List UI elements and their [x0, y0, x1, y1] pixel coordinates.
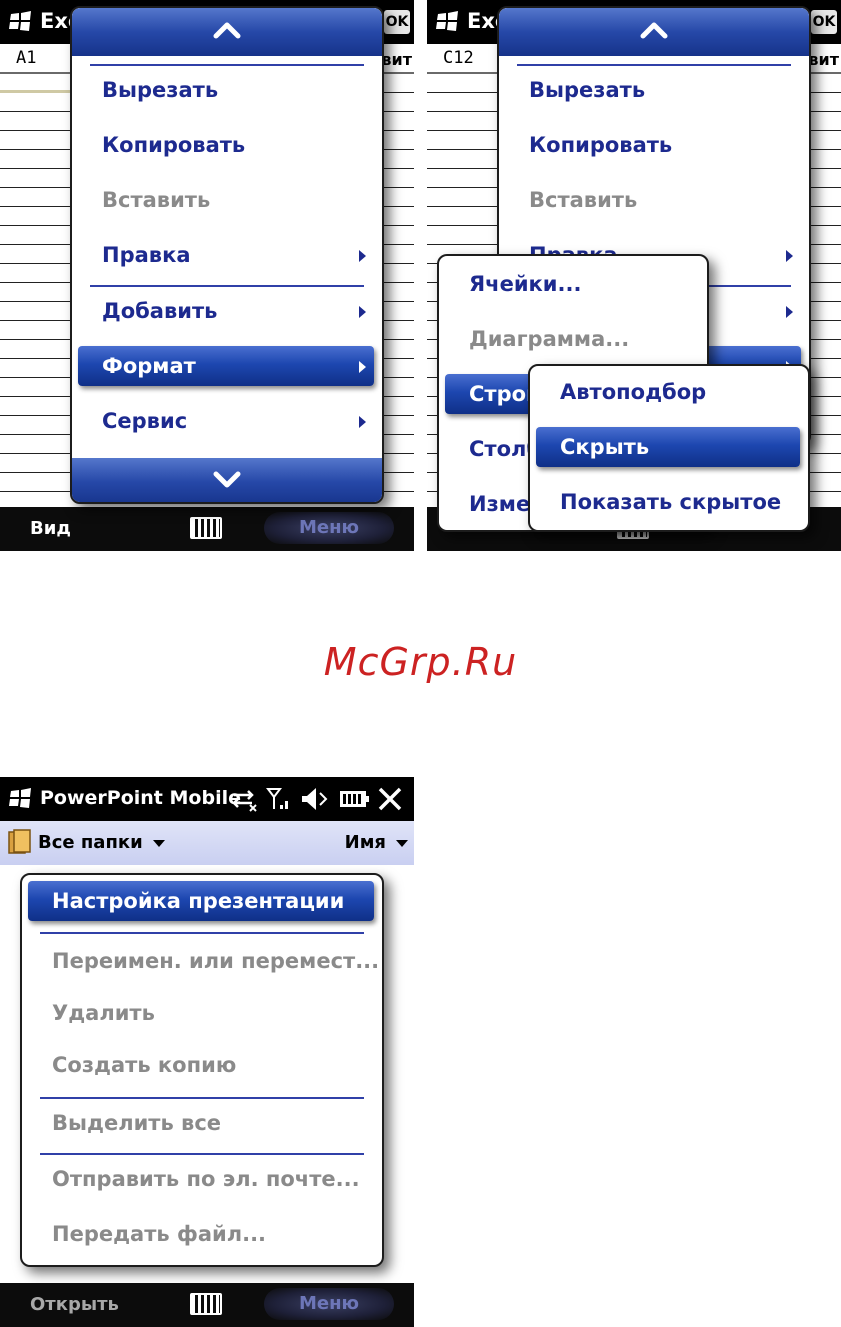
- submenu-arrow-icon: [359, 416, 366, 428]
- menu-item-send-email: Отправить по эл. почте...: [52, 1167, 360, 1191]
- chevron-down-icon: [213, 471, 241, 488]
- menu-item-presentation-settings[interactable]: Настройка презентации: [22, 875, 382, 927]
- keyboard-icon[interactable]: [190, 517, 222, 539]
- menu-item-copy[interactable]: Копировать: [499, 119, 809, 171]
- connectivity-icon[interactable]: [232, 790, 257, 812]
- app-title: PowerPoint Mobile: [40, 787, 241, 809]
- menu-item-delete: Удалить: [52, 1001, 155, 1025]
- ok-button[interactable]: OK: [811, 10, 837, 34]
- watermark-text: McGrp.Ru: [323, 640, 518, 684]
- menu-item-paste: Вставить: [529, 188, 638, 212]
- chevron-down-icon: [396, 839, 408, 847]
- menu-item-rename-move: Переимен. или перемест...: [52, 949, 380, 973]
- submenu-item-chart: Диаграмма...: [469, 327, 630, 351]
- title-bar: PowerPoint Mobile: [0, 777, 414, 821]
- main-menu: Вырезать Копировать Вставить Правка Доба…: [70, 6, 384, 504]
- softkey-bar: Открыть Меню: [0, 1283, 414, 1327]
- submenu-arrow-icon: [359, 306, 366, 318]
- menu-item-format[interactable]: Формат: [72, 340, 382, 392]
- submenu-arrow-icon: [786, 306, 793, 318]
- submenu-arrow-icon: [786, 250, 793, 262]
- softkey-bar: Вид Меню: [0, 507, 414, 551]
- status-icons: [232, 787, 402, 812]
- submenu-item-autofit[interactable]: Автоподбор: [530, 366, 808, 418]
- signal-icon[interactable]: [266, 788, 288, 809]
- windows-logo-icon[interactable]: [435, 10, 461, 32]
- softkey-open[interactable]: Открыть: [30, 1294, 119, 1315]
- cell-reference[interactable]: C12: [443, 48, 474, 68]
- menu-item-copy: Создать копию: [52, 1053, 237, 1077]
- menu-separator: [40, 932, 364, 934]
- submenu-arrow-icon: [359, 361, 366, 373]
- excel-screen-format-submenu: Exc OK C12 вит Вырезать Копировать Встав…: [427, 0, 841, 551]
- excel-screen-main-menu: Exc OK A1 вит Вид Меню Вырезать Копирова…: [0, 0, 414, 551]
- scroll-down-button[interactable]: [72, 458, 382, 502]
- rows-submenu: Автоподбор Скрыть Показать скрытое: [528, 364, 810, 532]
- folder-selector[interactable]: Все папки: [38, 832, 165, 853]
- cell-reference[interactable]: A1: [16, 48, 36, 68]
- context-menu: Настройка презентации Переимен. или пере…: [20, 873, 384, 1267]
- cut-off-header-text: вит: [808, 50, 839, 69]
- scroll-up-button[interactable]: [72, 8, 382, 56]
- sort-selector[interactable]: Имя: [345, 832, 408, 853]
- menu-item-select-all: Выделить все: [52, 1111, 222, 1135]
- menu-item-insert[interactable]: Добавить: [72, 285, 382, 337]
- chevron-down-icon: [152, 839, 165, 847]
- cut-off-header-text: вит: [381, 50, 412, 69]
- folder-bar: Все папки Имя: [0, 821, 414, 865]
- menu-item-cut[interactable]: Вырезать: [499, 64, 809, 116]
- chevron-up-icon: [213, 22, 241, 39]
- ok-button[interactable]: OK: [384, 10, 410, 34]
- menu-item-tools[interactable]: Сервис: [72, 395, 382, 447]
- menu-item-edit[interactable]: Правка: [72, 229, 382, 281]
- menu-item-copy[interactable]: Копировать: [72, 119, 382, 171]
- chevron-up-icon: [640, 22, 668, 39]
- menu-item-paste: Вставить: [102, 188, 211, 212]
- submenu-item-unhide[interactable]: Показать скрытое: [530, 476, 808, 528]
- scroll-up-button[interactable]: [499, 8, 809, 56]
- submenu-arrow-icon: [359, 250, 366, 262]
- submenu-item-hide[interactable]: Скрыть: [530, 421, 808, 473]
- softkey-menu[interactable]: Меню: [264, 1288, 394, 1320]
- folder-icon: [8, 829, 31, 854]
- softkey-view[interactable]: Вид: [30, 518, 71, 539]
- keyboard-icon[interactable]: [190, 1293, 222, 1315]
- close-icon[interactable]: [378, 787, 402, 811]
- battery-icon[interactable]: [340, 791, 369, 807]
- menu-item-beam-file: Передать файл...: [52, 1222, 267, 1246]
- volume-icon[interactable]: [302, 788, 328, 810]
- menu-item-cut[interactable]: Вырезать: [72, 64, 382, 116]
- windows-logo-icon[interactable]: [8, 787, 34, 809]
- powerpoint-screen: PowerPoint Mobile Все папки Имя Настройк…: [0, 777, 414, 1327]
- windows-logo-icon[interactable]: [8, 10, 34, 32]
- softkey-menu[interactable]: Меню: [264, 512, 394, 544]
- submenu-item-cells[interactable]: Ячейки...: [439, 258, 707, 310]
